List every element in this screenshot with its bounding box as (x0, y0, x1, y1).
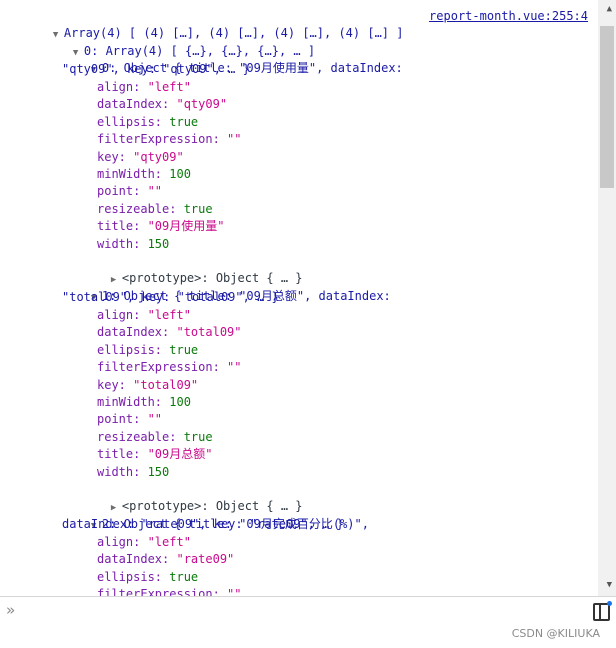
property-row[interactable]: minWidth: 100 (97, 166, 191, 183)
property-value: true (169, 342, 199, 357)
property-key: align: (97, 535, 148, 549)
property-value: "09月使用量" (147, 219, 225, 234)
property-row[interactable]: resizeable: true (97, 201, 213, 218)
property-value: "total09" (176, 325, 242, 340)
property-value: "09月总额" (147, 447, 213, 462)
object-preview-continued: "total09", key: "total09", … } (62, 290, 279, 304)
property-value: 150 (147, 464, 170, 479)
property-key: width: (97, 464, 148, 479)
property-value: "" (147, 412, 163, 427)
property-row[interactable]: width: 150 (97, 236, 169, 253)
property-key: resizeable: (97, 201, 184, 216)
property-row[interactable]: point: "" (97, 411, 162, 428)
object-preview-1[interactable]: ▼ 1: Object { title: "09月总额", dataIndex: (62, 271, 391, 303)
property-value: "qty09" (176, 97, 228, 112)
property-row[interactable]: title: "09月总额" (97, 446, 212, 463)
console-input-bar[interactable]: » (0, 596, 616, 627)
property-row[interactable]: ellipsis: true (97, 114, 198, 131)
property-row[interactable]: key: "qty09" (97, 149, 184, 166)
property-row[interactable]: dataIndex: "rate09" (97, 551, 234, 568)
console-output: ▼ Array(4) [ (4) […], (4) […], (4) […], (… (0, 0, 598, 596)
prototype-row[interactable]: ▶ <prototype>: Object { … } (82, 481, 303, 513)
object-preview-continued: "qty09", key: "qty09", … } (62, 62, 250, 76)
property-value: 100 (169, 167, 191, 181)
property-key: dataIndex: (97, 97, 177, 112)
property-row[interactable]: ellipsis: true (97, 569, 198, 586)
property-value: "" (227, 360, 242, 375)
property-value: 100 (169, 395, 191, 409)
property-value: "" (147, 184, 163, 199)
vertical-scrollbar[interactable]: ▲ ▼ (598, 0, 616, 596)
scroll-up-arrow-icon[interactable]: ▲ (607, 4, 612, 14)
property-key: minWidth: (97, 395, 170, 409)
property-row[interactable]: align: "left" (97, 534, 191, 551)
property-row[interactable]: dataIndex: "qty09" (97, 96, 227, 113)
property-value: true (183, 201, 213, 216)
property-value: "rate09" (176, 552, 235, 567)
property-value: 150 (147, 236, 170, 251)
property-value: "left" (147, 535, 191, 549)
object-preview-2[interactable]: ▼ 2: Object { title: "09月完成百分比(%)", (62, 499, 369, 531)
property-key: align: (97, 80, 148, 94)
property-key: filterExpression: (97, 360, 228, 375)
property-key: point: (97, 412, 148, 427)
prototype-row[interactable]: ▶ <prototype>: Object { … } (82, 253, 303, 285)
property-value: "total09" (133, 377, 199, 392)
property-key: ellipsis: (97, 569, 170, 584)
property-row[interactable]: align: "left" (97, 307, 191, 324)
property-key: ellipsis: (97, 114, 170, 129)
property-value: true (183, 429, 213, 444)
property-row[interactable]: point: "" (97, 183, 162, 200)
property-row[interactable]: filterExpression: "" (97, 586, 242, 596)
property-value: "qty09" (133, 149, 184, 164)
property-row[interactable]: align: "left" (97, 79, 191, 96)
property-row[interactable]: ellipsis: true (97, 342, 198, 359)
watermark: CSDN @KILIUKA (511, 627, 600, 640)
property-row[interactable]: key: "total09" (97, 377, 198, 394)
object-preview-continued: dataIndex: "rate09", key: "rate09", … } (62, 517, 344, 531)
scroll-down-arrow-icon[interactable]: ▼ (607, 580, 612, 590)
property-row[interactable]: minWidth: 100 (97, 394, 191, 411)
property-key: dataIndex: (97, 552, 177, 567)
property-value: "" (227, 587, 242, 596)
property-value: true (169, 114, 199, 129)
property-row[interactable]: filterExpression: "" (97, 359, 242, 376)
notification-dot-icon (607, 601, 612, 606)
property-row[interactable]: title: "09月使用量" (97, 218, 224, 235)
property-row[interactable]: width: 150 (97, 464, 169, 481)
property-value: true (169, 569, 199, 584)
source-link[interactable]: report-month.vue:255:4 (429, 9, 588, 23)
object-preview-0[interactable]: ▼ 0: Object { title: "09月使用量", dataIndex: (62, 43, 403, 75)
prompt-chevron-icon: » (6, 601, 16, 619)
property-key: point: (97, 184, 148, 199)
property-key: ellipsis: (97, 342, 170, 357)
array-summary-row[interactable]: ▼ Array(4) [ (4) […], (4) […], (4) […], (… (24, 8, 404, 40)
property-key: filterExpression: (97, 587, 228, 596)
property-key: filterExpression: (97, 132, 228, 147)
property-key: resizeable: (97, 429, 184, 444)
property-value: "left" (147, 308, 191, 322)
property-key: title: (97, 219, 148, 234)
property-row[interactable]: resizeable: true (97, 429, 213, 446)
property-key: title: (97, 447, 148, 462)
property-key: key: (97, 149, 134, 164)
property-key: dataIndex: (97, 325, 177, 340)
property-value: "left" (147, 80, 191, 94)
property-key: minWidth: (97, 167, 170, 181)
array-row-0[interactable]: ▼ 0: Array(4) [ {…}, {…}, {…}, … ] (44, 26, 315, 58)
scrollbar-thumb[interactable] (600, 26, 614, 188)
property-row[interactable]: dataIndex: "total09" (97, 324, 242, 341)
property-row[interactable]: filterExpression: "" (97, 131, 242, 148)
property-key: width: (97, 236, 148, 251)
property-key: key: (97, 377, 134, 392)
property-key: align: (97, 308, 148, 322)
property-value: "" (227, 132, 242, 147)
